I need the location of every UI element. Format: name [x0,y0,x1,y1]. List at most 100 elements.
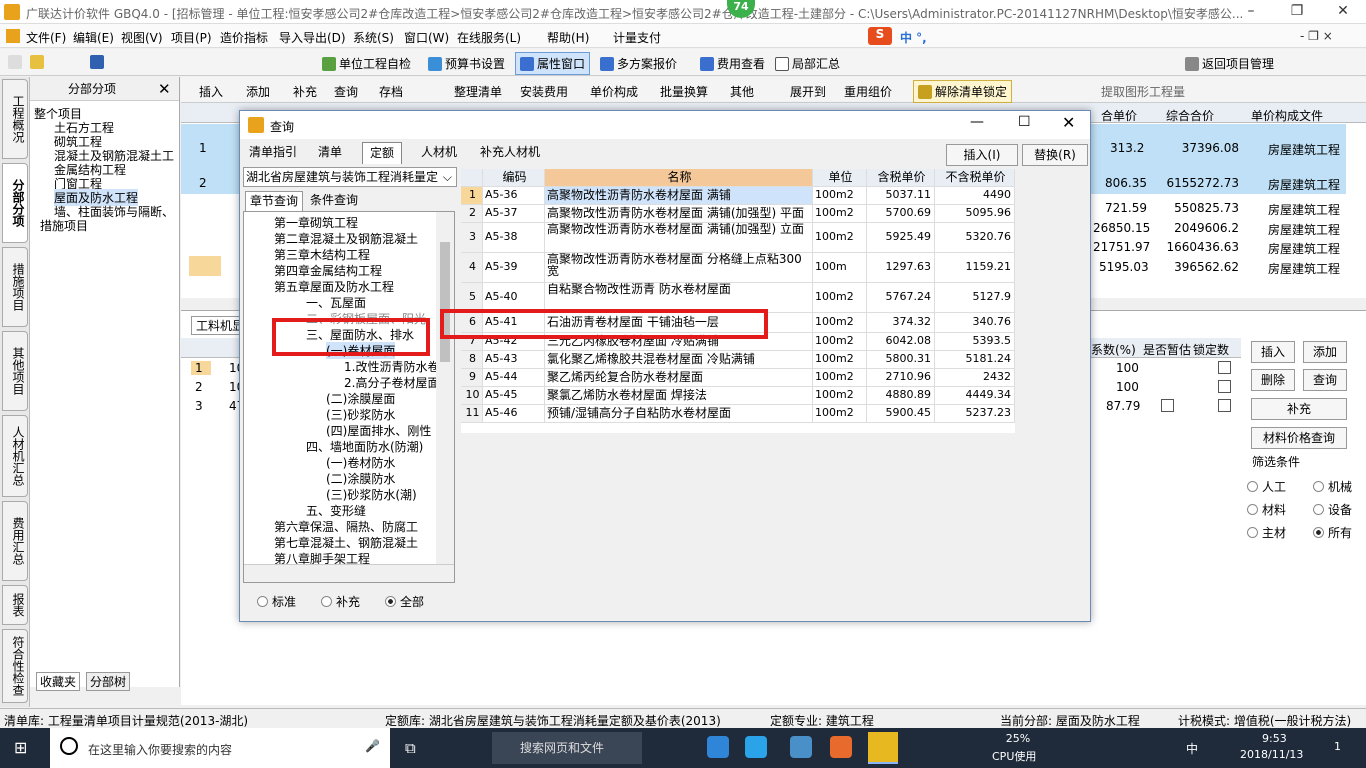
supplement-button[interactable]: 补充 [1251,398,1347,420]
table-cell[interactable]: 374.32 [867,313,935,333]
tree-item[interactable]: 措施项目 [40,217,88,234]
query-button[interactable]: 查询 [1303,369,1347,391]
locked-checkbox[interactable] [1218,380,1231,393]
new-icon[interactable] [8,55,25,69]
table-cell[interactable]: 100m [813,253,867,283]
row-number[interactable]: 1 [461,187,483,205]
menu-import-export[interactable]: 导入导出(D) [279,29,346,46]
fee-view-button[interactable]: 费用查看 [700,55,765,72]
table-cell[interactable]: 5320.76 [935,223,1015,253]
tree-node[interactable]: (一)卷材防水 [326,454,395,471]
table-cell[interactable]: 6155272.73 [1161,176,1239,190]
table-cell[interactable]: 100m2 [813,313,867,333]
insert-menu[interactable]: 插入 [199,83,223,100]
organize-list-menu[interactable]: 整理清单 [454,83,502,100]
table-cell[interactable]: A5-45 [483,387,545,405]
multi-plan-button[interactable]: 多方案报价 [600,55,677,72]
table-cell[interactable]: 313.2 [1110,141,1144,155]
insert-button[interactable]: 插入 [1251,341,1295,363]
self-check-button[interactable]: 单位工程自检 [322,55,411,72]
sogou-icon[interactable]: S [868,27,892,45]
query-menu[interactable]: 查询 [334,83,358,100]
table-cell[interactable]: 100 [1116,380,1139,394]
back-project-button[interactable]: 返回项目管理 [1185,55,1274,72]
table-cell[interactable]: 1159.21 [935,253,1015,283]
tree-node[interactable]: 五、变形缝 [306,502,366,519]
ime-status[interactable]: 中 °, [900,29,927,46]
tab-chapter-query[interactable]: 章节查询 [245,191,303,211]
table-cell[interactable]: 340.76 [935,313,1015,333]
minimize-button[interactable]: – [1228,0,1274,24]
table-cell[interactable]: 5700.69 [867,205,935,223]
notification-count[interactable]: 1 [1334,740,1341,753]
row-number[interactable]: 2 [461,205,483,223]
row-number[interactable]: 10 [461,387,483,405]
tree-node[interactable]: (三)砂浆防水 [326,406,395,423]
microphone-icon[interactable]: 🎤 [365,739,380,753]
tree-node[interactable]: 第六章保温、隔热、防腐工 [274,518,418,535]
locked-checkbox[interactable] [1218,399,1231,412]
replace-button[interactable]: 替换(R) [1022,144,1088,166]
tree-node[interactable]: (四)屋面排水、刚性 [326,422,431,439]
table-cell[interactable]: 高聚物改性沥青防水卷材屋面 满铺(加强型) 平面 [545,205,813,223]
table-cell[interactable]: 房屋建筑工程 [1268,201,1340,218]
filter-option-machine[interactable]: 机械 [1313,478,1352,495]
clock-time[interactable]: 9:53 [1262,732,1287,745]
row-number[interactable]: 8 [461,351,483,369]
table-cell[interactable]: 5127.9 [935,283,1015,313]
table-cell[interactable]: A5-36 [483,187,545,205]
table-cell[interactable]: 5181.24 [935,351,1015,369]
row-number[interactable]: 4 [461,253,483,283]
table-cell[interactable]: 100m2 [813,405,867,423]
table-cell[interactable]: 房屋建筑工程 [1268,176,1340,193]
tab-quota[interactable]: 定额 [362,142,402,164]
tree-node[interactable]: 第七章混凝土、钢筋混凝土 [274,534,418,551]
estimate-checkbox[interactable] [1161,399,1174,412]
row-number[interactable]: 1 [199,141,207,155]
table-cell[interactable]: A5-37 [483,205,545,223]
batch-convert-menu[interactable]: 批量换算 [660,83,708,100]
tab-fee-summary[interactable]: 费用汇总 [2,501,28,581]
dialog-minimize-button[interactable]: — [970,114,984,130]
table-cell[interactable]: 5900.45 [867,405,935,423]
table-cell[interactable]: 高聚物改性沥青防水卷材屋面 满铺(加强型) 立面 [545,223,813,253]
reuse-price-menu[interactable]: 重用组价 [844,83,892,100]
table-cell[interactable]: 100m2 [813,351,867,369]
dialog-close-button[interactable]: ✕ [1062,113,1075,132]
tab-compliance[interactable]: 符合性检查 [2,629,28,703]
menu-file[interactable]: 文件(F) [26,29,66,46]
table-cell[interactable]: 聚乙烯丙纶复合防水卷材屋面 [545,369,813,387]
mdi-controls[interactable]: - ❐ × [1300,29,1333,43]
tree-node[interactable]: (二)涂膜屋面 [326,390,395,407]
filter-option-all[interactable]: 所有 [1313,524,1352,541]
table-cell[interactable]: 5195.03 [1099,260,1149,274]
tab-labor-summary[interactable]: 人材机汇总 [2,415,28,497]
table-cell[interactable]: 5237.23 [935,405,1015,423]
table-cell[interactable]: 100m2 [813,187,867,205]
table-cell[interactable]: 550825.73 [1161,201,1239,215]
table-cell[interactable]: 5800.31 [867,351,935,369]
table-cell[interactable]: 2432 [935,369,1015,387]
table-cell[interactable]: 100m2 [813,387,867,405]
archive-menu[interactable]: 存档 [379,83,403,100]
table-cell[interactable]: 100m2 [813,369,867,387]
tree-node[interactable]: 第二章混凝土及钢筋混凝土 [274,230,418,247]
table-cell[interactable]: 100 [1116,361,1139,375]
tree-node[interactable]: 四、墙地面防水(防潮) [306,438,423,455]
table-cell[interactable]: 2049606.2 [1161,221,1239,235]
tab-list-guide[interactable]: 清单指引 [244,142,302,164]
attribute-window-button[interactable]: 属性窗口 [515,52,591,75]
local-summary-toggle[interactable]: 局部汇总 [775,55,840,72]
table-cell[interactable]: A5-38 [483,223,545,253]
table-cell[interactable]: 806.35 [1105,176,1147,190]
close-icon[interactable]: ✕ [158,77,171,101]
table-cell[interactable]: 396562.62 [1161,260,1239,274]
menu-window[interactable]: 窗口(W) [404,29,449,46]
tab-labor-material[interactable]: 人材机 [416,142,462,164]
table-cell[interactable]: 100m2 [813,333,867,351]
favorites-tab[interactable]: 收藏夹 [36,672,81,691]
windows-start-icon[interactable]: ⊞ [14,738,34,758]
table-cell[interactable]: 5095.96 [935,205,1015,223]
table-cell[interactable]: 高聚物改性沥青防水卷材屋面 满铺 [545,187,813,205]
menu-online[interactable]: 在线服务(L) [457,29,521,46]
